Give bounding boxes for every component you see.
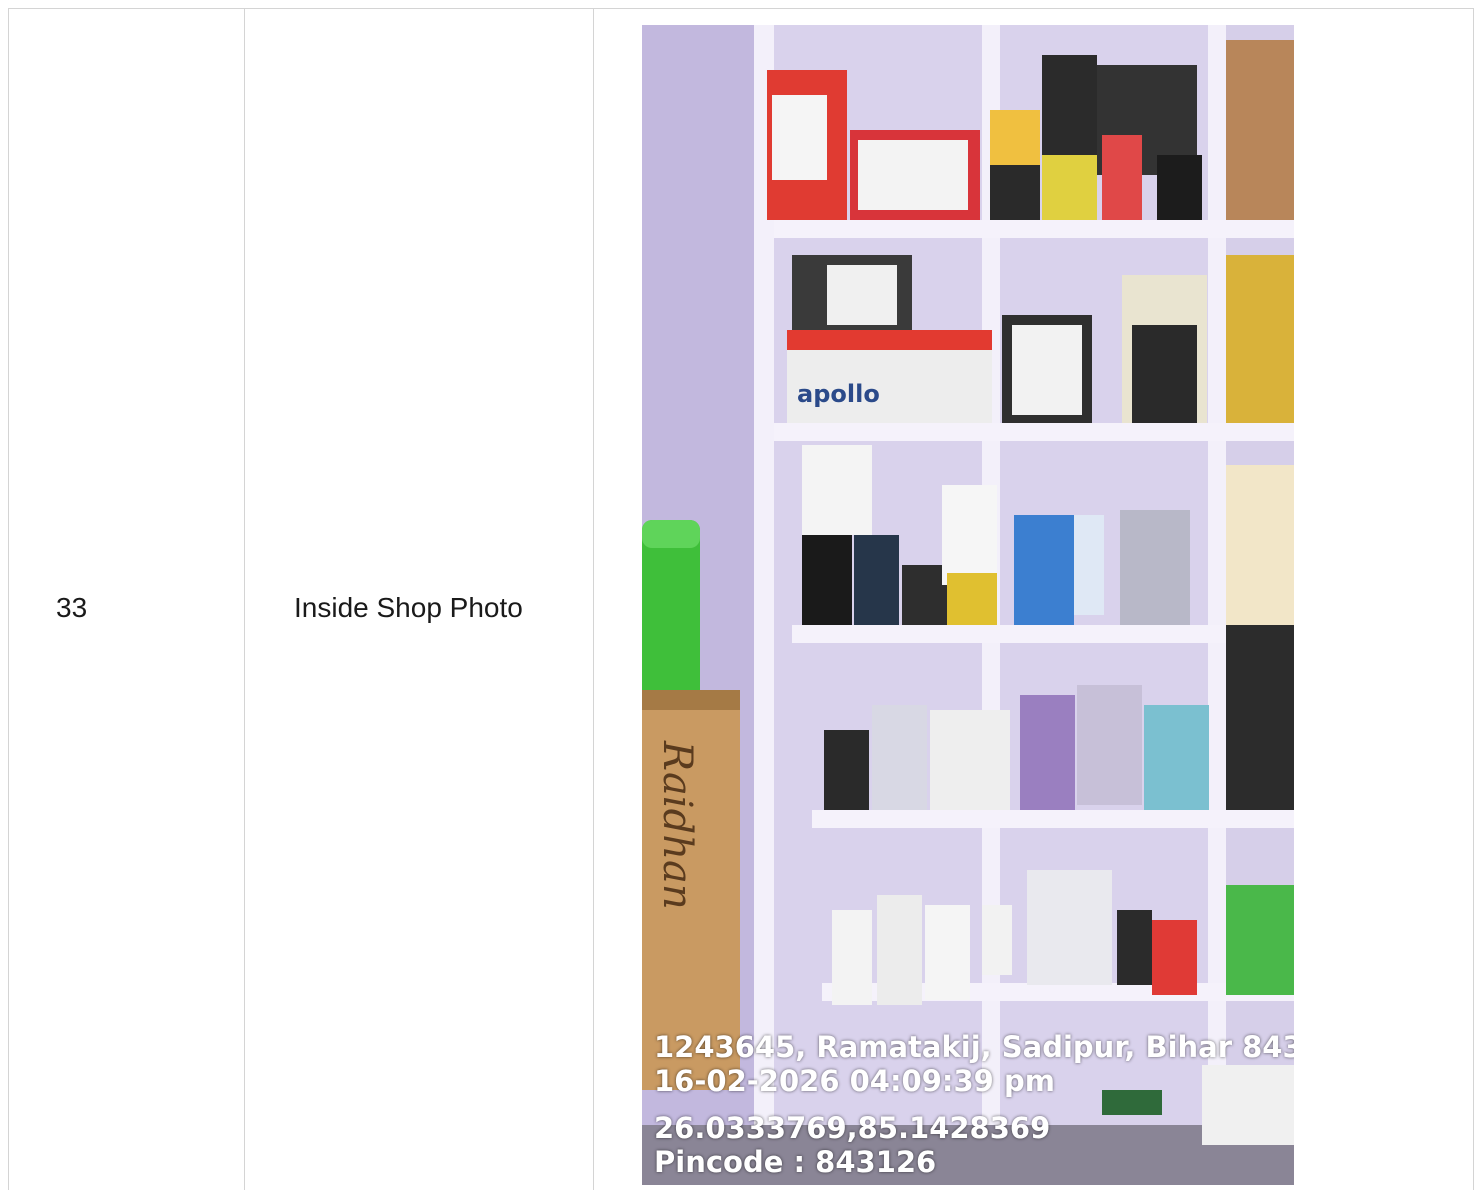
- box-text-raidhan: Raidhan: [654, 740, 700, 910]
- serial-number-cell: 33: [56, 592, 88, 623]
- photo-address-overlay: 1243645, Ramatakij, Sadipur, Bihar 84312…: [654, 1030, 1294, 1064]
- document-page: 33 Inside Shop Photo Raidhan apollo 1243…: [0, 0, 1482, 1190]
- inside-shop-photo: Raidhan apollo 1243645, Ramatakij, Sadip…: [642, 25, 1294, 1185]
- photo-coordinates-overlay: 26.0333769,85.1428369: [654, 1111, 1051, 1145]
- column-divider-2: [593, 8, 594, 1190]
- photo-pincode-overlay: Pincode : 843126: [654, 1145, 937, 1179]
- column-divider-1: [244, 8, 245, 1190]
- table-right-border: [1473, 8, 1474, 1190]
- table-top-border: [8, 8, 1474, 9]
- photo-datetime-overlay: 16-02-2026 04:09:39 pm: [654, 1064, 1055, 1098]
- photo-label-cell: Inside Shop Photo: [294, 592, 523, 623]
- table-left-border: [8, 8, 9, 1190]
- apollo-box-text: apollo: [797, 380, 880, 408]
- svg-text:Raidhan: Raidhan: [654, 740, 700, 910]
